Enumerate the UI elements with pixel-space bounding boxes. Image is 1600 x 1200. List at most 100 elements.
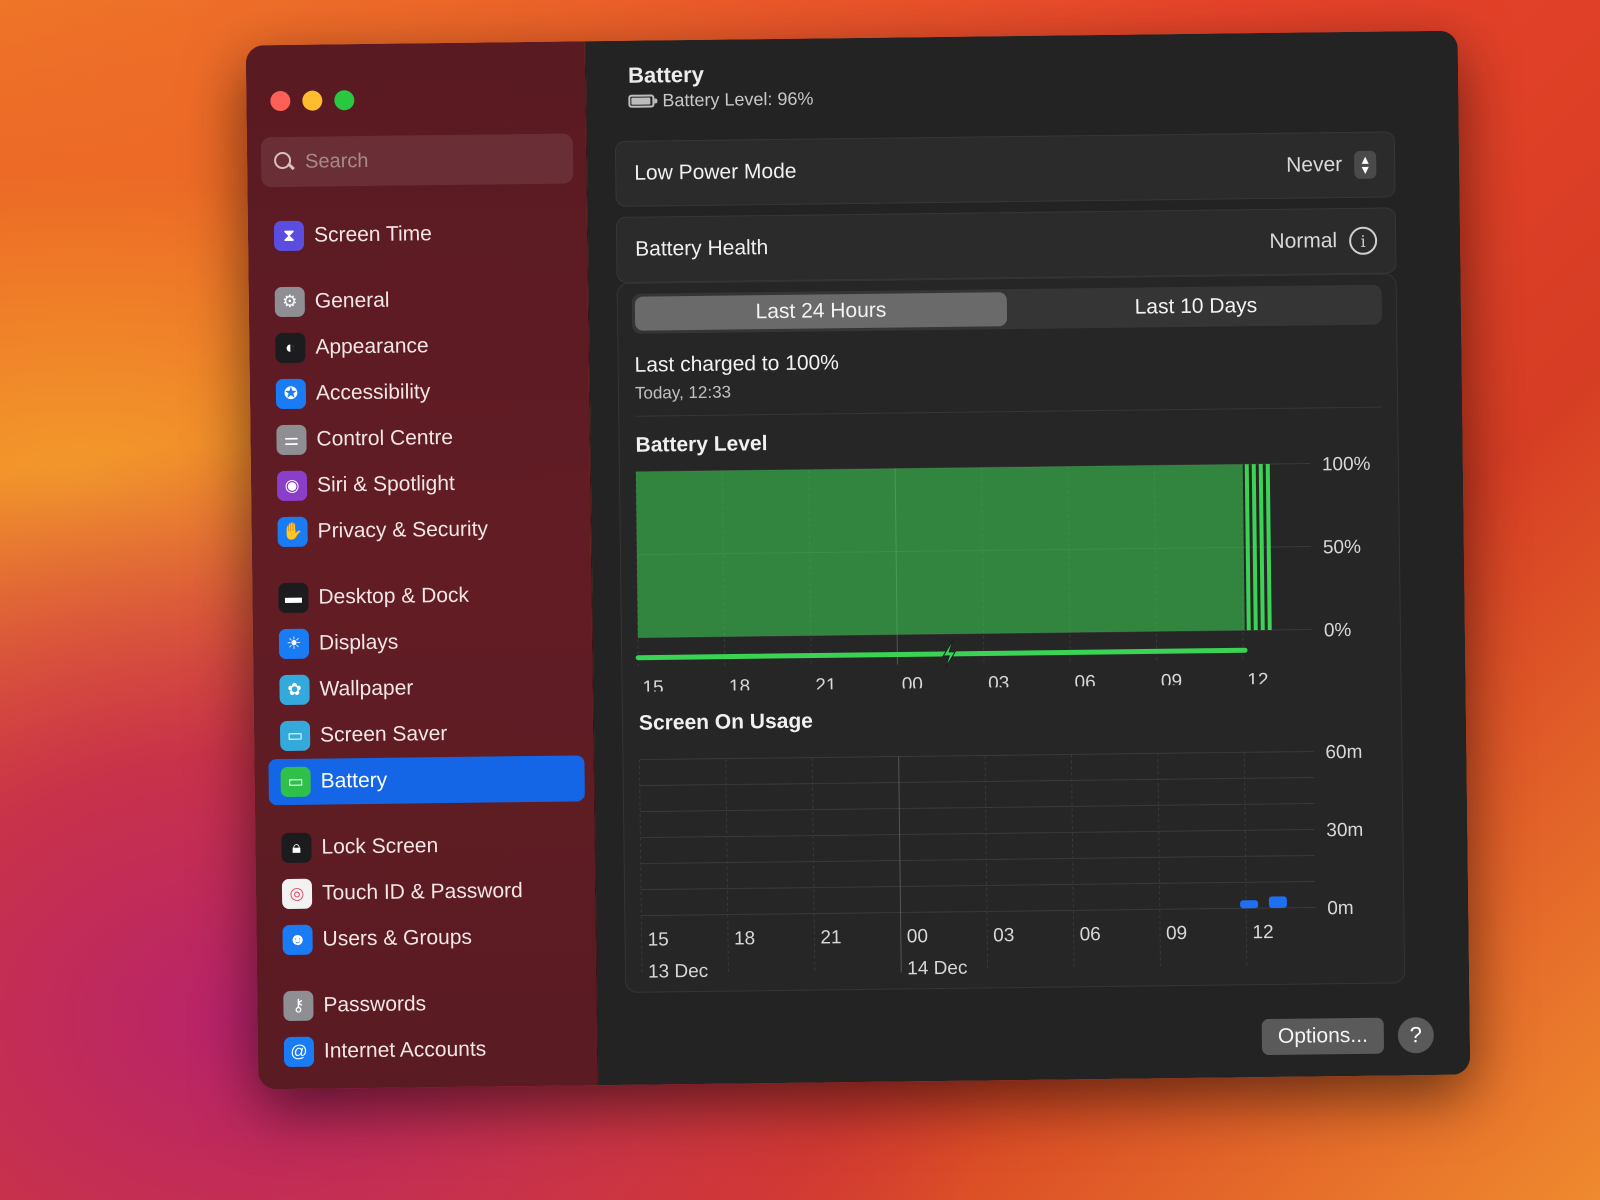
sidebar-item-desktop-and-dock[interactable]: ▬ Desktop & Dock (266, 571, 583, 621)
sidebar-item-battery[interactable]: ▭ Battery (268, 755, 585, 806)
window-controls (270, 90, 355, 112)
x-tick-label: 00 (907, 926, 928, 947)
x-gridline (1243, 752, 1248, 969)
sidebar-item-siri-and-spotlight[interactable]: ◉ Siri & Spotlight (265, 459, 582, 509)
sidebar-item-privacy-and-security[interactable]: ✋ Privacy & Security (265, 505, 582, 555)
options-button[interactable]: Options... (1261, 1017, 1385, 1056)
sidebar-item-general[interactable]: ⚙ General (263, 275, 580, 325)
x-tick-label: 06 (1080, 924, 1101, 945)
y-gridline (640, 854, 1315, 865)
sidebar-item-label: Passwords (323, 992, 427, 1017)
last-charged-time: Today, 12:33 (634, 382, 732, 403)
page-title: Battery (627, 61, 705, 88)
screen-on-usage-chart: 60m 30m 0m 15 18 21 00 03 06 09 12 13 Dec 14 Dec (638, 742, 1363, 983)
sidebar-nav: ⧗ Screen Time ⚙ General ◐ Appearance ✪ Accessib… (262, 209, 589, 1075)
screen-on-usage-chart-title: Screen On Usage (638, 709, 814, 735)
charging-baseline (635, 647, 1248, 661)
y-gridline (640, 828, 1315, 839)
y-tick-label: 30m (1326, 820, 1363, 841)
sidebar-item-users-and-groups[interactable]: ☻ Users & Groups (270, 913, 587, 963)
flower-icon: ✿ (279, 674, 310, 706)
sidebar-item-label: Lock Screen (321, 834, 439, 859)
sidebar-item-accessibility[interactable]: ✪ Accessibility (264, 367, 581, 417)
sidebar-item-label: Siri & Spotlight (316, 471, 455, 497)
sidebar-item-control-centre[interactable]: ⚌ Control Centre (264, 413, 581, 463)
sidebar-item-lock-screen[interactable]: 🔒︎ Lock Screen (269, 821, 586, 871)
sidebar-item-internet-accounts[interactable]: @ Internet Accounts (272, 1025, 589, 1075)
search-input[interactable] (304, 147, 566, 174)
hand-icon: ✋ (277, 516, 308, 548)
low-power-mode-value: Never (1286, 153, 1343, 177)
at-icon: @ (283, 1036, 315, 1068)
search-field[interactable] (260, 133, 574, 188)
sidebar-item-screen-time[interactable]: ⧗ Screen Time (262, 209, 579, 259)
appearance-icon: ◐ (275, 332, 306, 364)
battery-health-value: Normal (1269, 229, 1338, 253)
charging-bolt-icon (942, 639, 957, 669)
accessibility-icon: ✪ (275, 378, 307, 410)
key-icon: ⚷ (283, 990, 314, 1022)
sidebar-item-label: Internet Accounts (323, 1037, 487, 1063)
x-gridline (1157, 753, 1161, 970)
siri-icon: ◉ (276, 470, 308, 502)
sidebar-item-label: Battery (320, 768, 388, 793)
last-charged-title: Last charged to 100% (634, 351, 840, 377)
x-gridline (638, 759, 643, 976)
y-gridline (640, 802, 1315, 813)
battery-icon (628, 94, 655, 108)
sidebar-item-label: General (314, 288, 390, 313)
divider (635, 406, 1382, 417)
lock-icon: 🔒︎ (281, 832, 312, 864)
tab-last-24-hours[interactable]: Last 24 Hours (634, 292, 1008, 331)
x-tick-label: 18 (729, 676, 750, 691)
battery-level-chart-title: Battery Level (635, 432, 768, 457)
sidebar-item-displays[interactable]: ☀ Displays (267, 617, 584, 667)
y-gridline (641, 906, 1316, 917)
sidebar-item-label: Appearance (315, 334, 429, 359)
battery-level-status: Battery Level: 96% (628, 88, 814, 112)
minimize-button[interactable] (302, 90, 323, 111)
sidebar-item-touch-id-and-password[interactable]: ◎ Touch ID & Password (270, 867, 587, 917)
hourglass-icon: ⧗ (273, 220, 305, 252)
usage-history-panel: Last 24 Hours Last 10 Days Last charged … (616, 273, 1406, 993)
sidebar-item-label: Wallpaper (319, 676, 414, 701)
battery-icon: ▭ (280, 766, 311, 798)
y-tick-label: 50% (1323, 537, 1361, 558)
low-power-mode-label: Low Power Mode (634, 159, 797, 185)
zoom-button[interactable] (334, 90, 355, 111)
sidebar-item-wallpaper[interactable]: ✿ Wallpaper (267, 663, 584, 713)
sidebar-item-appearance[interactable]: ◐ Appearance (263, 321, 580, 371)
battery-health-row: Battery Health Normal i (615, 207, 1397, 283)
info-icon[interactable]: i (1348, 226, 1378, 255)
sidebar-item-screen-saver[interactable]: ▭ Screen Saver (268, 709, 585, 759)
battery-settings-window: ⧗ Screen Time ⚙ General ◐ Appearance ✪ Accessib… (245, 30, 1471, 1090)
time-range-segmented-control: Last 24 Hours Last 10 Days (631, 284, 1383, 334)
sidebar-item-label: Privacy & Security (317, 517, 489, 543)
x-tick-label: 15 (642, 677, 663, 691)
x-tick-label: 03 (988, 673, 1009, 692)
fingerprint-icon: ◎ (281, 878, 313, 910)
x-tick-label: 21 (820, 927, 841, 948)
sidebar-item-label: Accessibility (315, 380, 431, 405)
x-tick-label: 03 (993, 925, 1014, 946)
x-tick-label: 21 (815, 675, 836, 691)
y-tick-label: 0m (1327, 898, 1354, 919)
x-tick-label: 06 (1074, 672, 1095, 692)
tab-last-10-days[interactable]: Last 10 Days (1010, 285, 1382, 330)
usage-bar (1268, 896, 1287, 908)
date-label: 14 Dec (907, 958, 967, 980)
sun-icon: ☀ (278, 628, 310, 660)
x-gridline (811, 757, 816, 974)
low-power-mode-popup[interactable]: Never ▲ ▼ (1286, 150, 1377, 180)
sidebar-item-label: Desktop & Dock (318, 583, 470, 609)
sidebar-item-label: Screen Time (313, 222, 433, 247)
battery-health-label: Battery Health (635, 236, 769, 261)
x-tick-label: 00 (902, 674, 923, 692)
battery-level-text: Battery Level: 96% (662, 88, 814, 111)
y-gridline (641, 880, 1315, 891)
sidebar-item-passwords[interactable]: ⚷ Passwords (271, 979, 588, 1029)
help-button[interactable]: ? (1397, 1017, 1435, 1054)
close-button[interactable] (270, 90, 291, 112)
chevron-updown-icon: ▲ ▼ (1354, 150, 1377, 179)
x-gridline (1070, 754, 1075, 971)
